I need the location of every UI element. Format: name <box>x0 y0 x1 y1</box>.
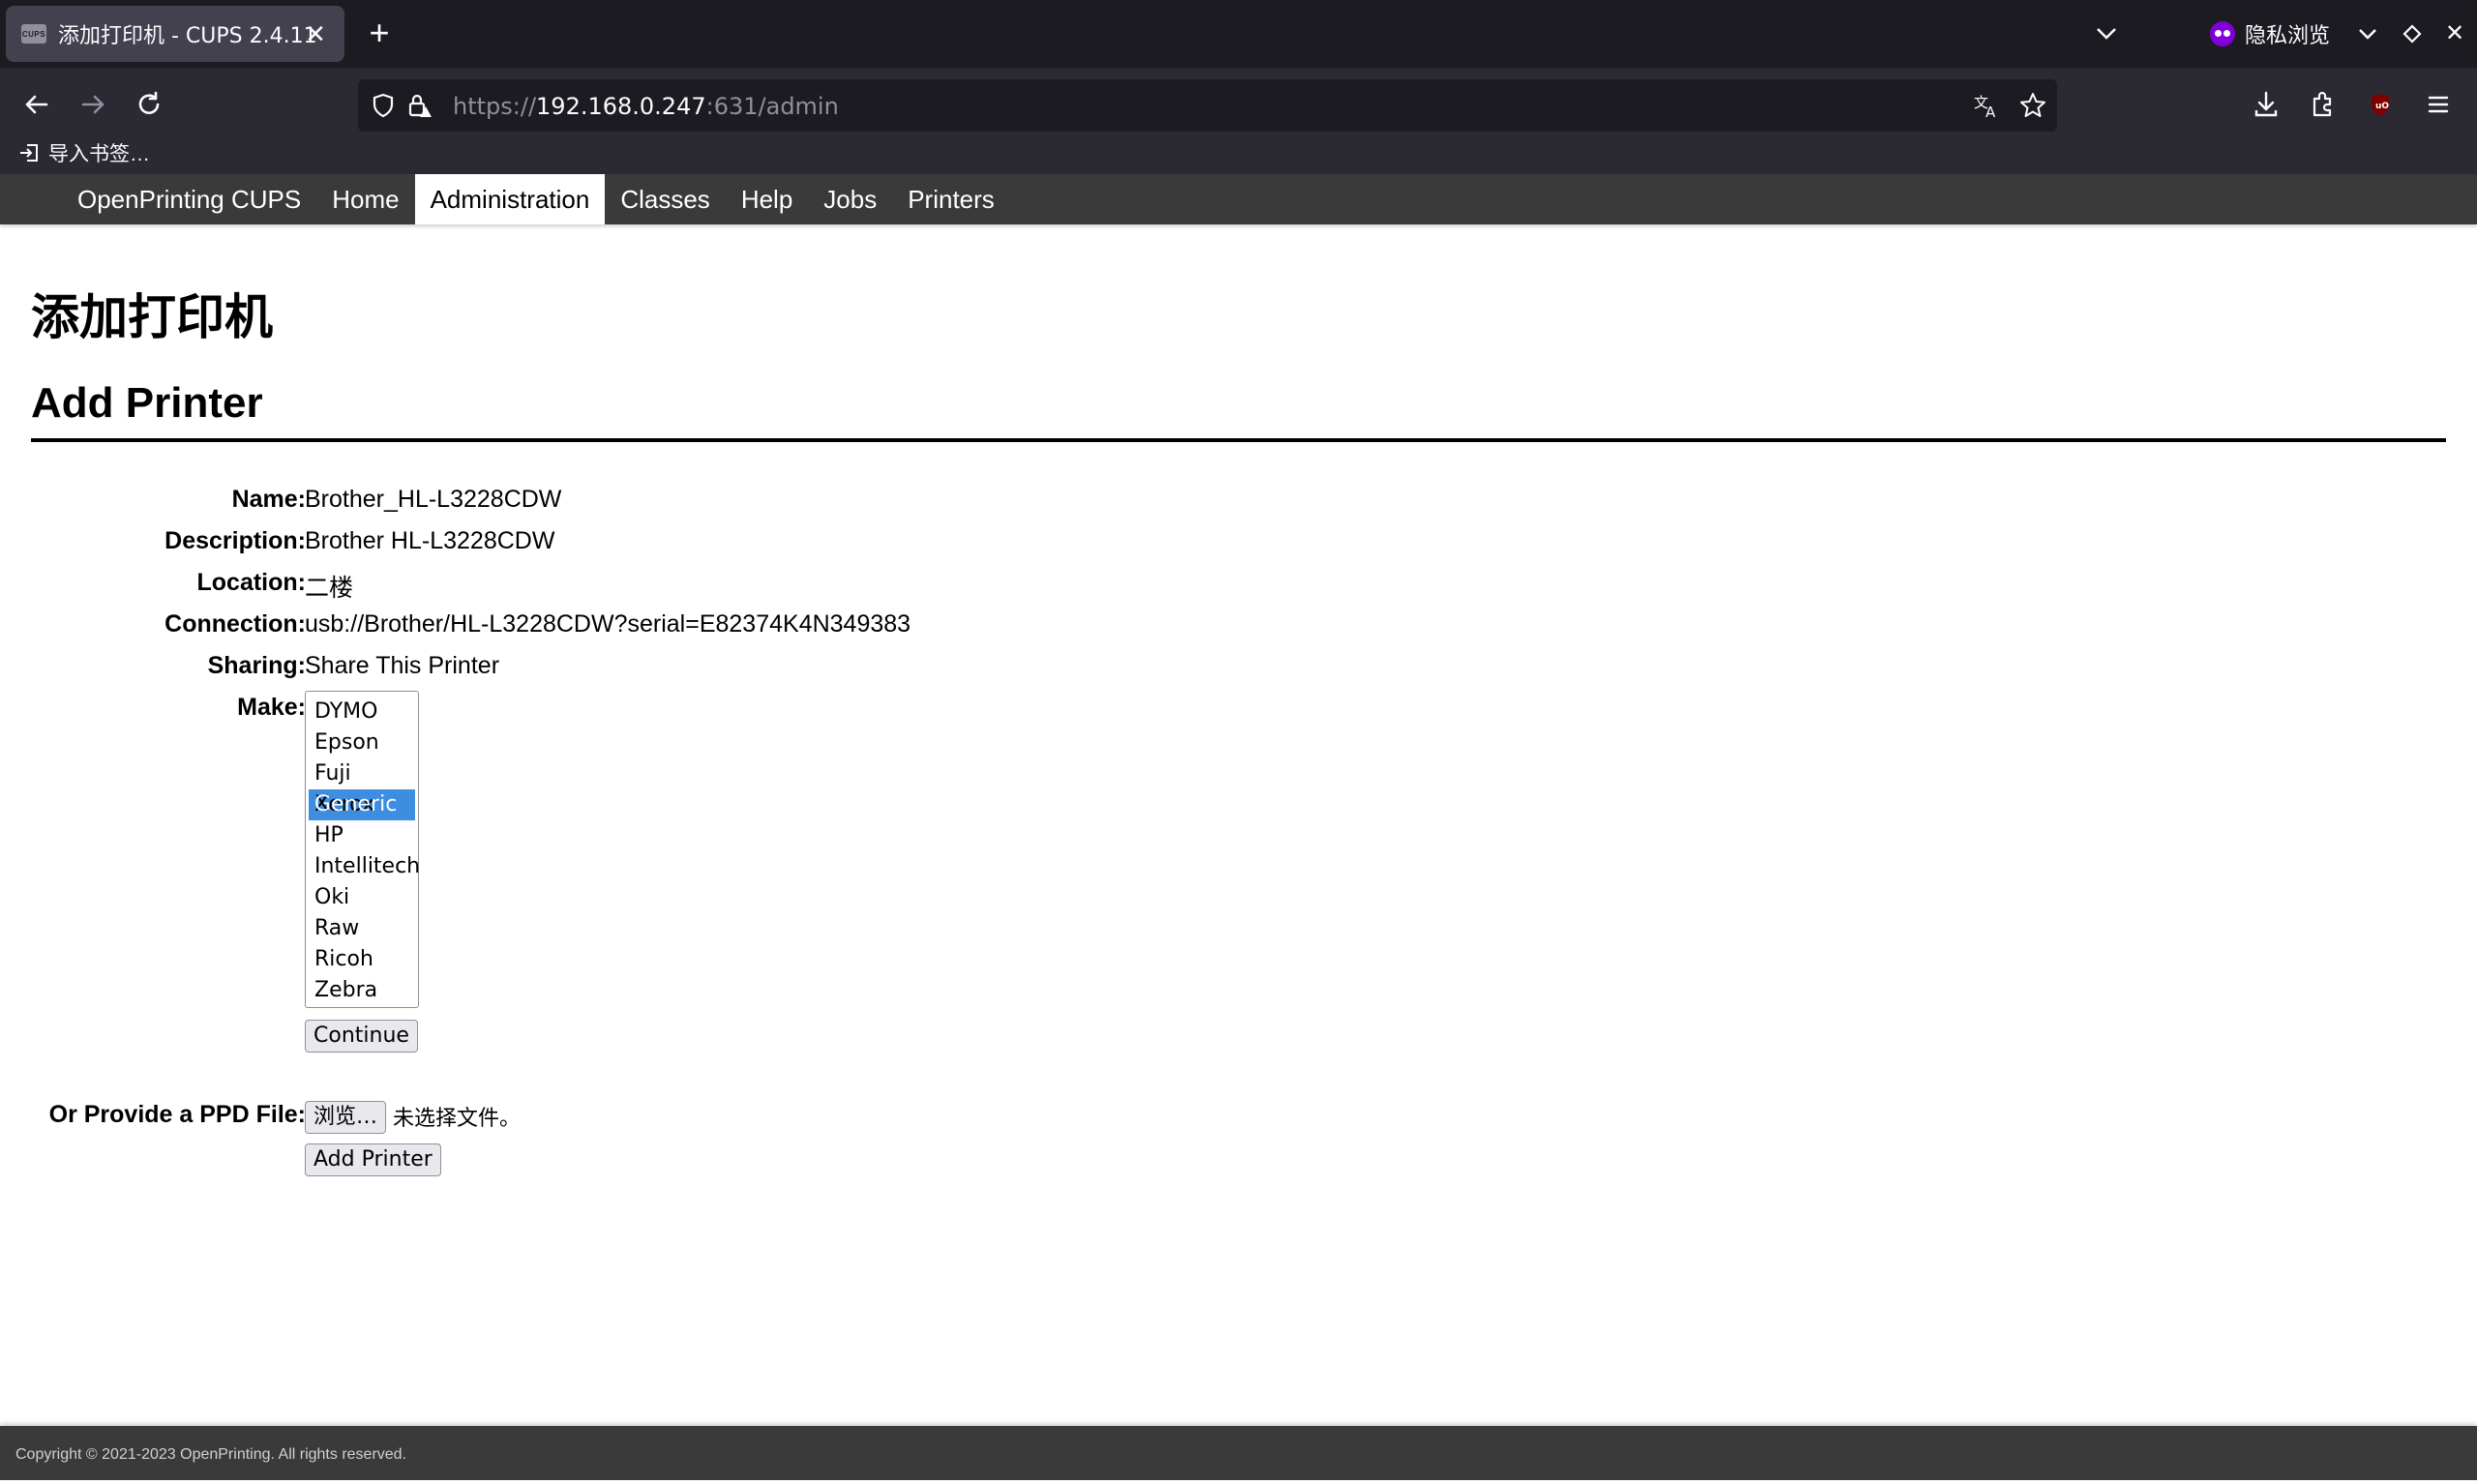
connection-value: usb://Brother/HL-L3228CDW?serial=E82374K… <box>305 610 911 638</box>
continue-button[interactable]: Continue <box>305 1020 418 1053</box>
section-title: Add Printer <box>31 379 263 427</box>
make-option[interactable]: Oki <box>309 882 415 913</box>
url-path: :631/admin <box>705 93 839 120</box>
make-option[interactable]: Raw <box>309 913 415 944</box>
browser-tab[interactable]: CUPS 添加打印机 - CUPS 2.4.11 ✕ <box>6 6 344 62</box>
maximize-icon[interactable] <box>2396 17 2429 50</box>
description-row: Description: Brother HL-L3228CDW <box>31 527 1966 566</box>
make-option[interactable]: Epson <box>309 727 415 758</box>
copyright-text: Copyright © 2021-2023 OpenPrinting. All … <box>15 1446 407 1463</box>
bookmark-star-icon[interactable] <box>2018 91 2047 125</box>
svg-text:A: A <box>1985 104 1996 120</box>
description-label: Description: <box>164 527 306 554</box>
reload-icon[interactable] <box>130 85 168 124</box>
add-printer-button[interactable]: Add Printer <box>305 1143 441 1176</box>
app-menu-icon[interactable] <box>2419 85 2458 124</box>
location-label: Location: <box>196 569 307 596</box>
no-file-selected-text: 未选择文件。 <box>393 1107 522 1131</box>
browse-file-button[interactable]: 浏览… <box>305 1101 387 1134</box>
sharing-row: Sharing: Share This Printer <box>31 652 1966 691</box>
sharing-label: Sharing: <box>207 652 306 679</box>
url-scheme: https:// <box>453 93 537 120</box>
downloads-icon[interactable] <box>2247 85 2285 124</box>
private-browsing-label: 隐私浏览 <box>2245 23 2331 47</box>
make-option[interactable]: Intellitech <box>309 851 420 882</box>
tab-title: 添加打印机 - CUPS 2.4.11 <box>58 24 317 48</box>
extensions-icon[interactable] <box>2303 85 2342 124</box>
title-divider <box>31 438 2446 442</box>
new-tab-icon[interactable]: + <box>362 15 397 51</box>
nav-printers[interactable]: Printers <box>892 174 1010 224</box>
url-bar[interactable]: https://192.168.0.247:631/admin 文A <box>358 79 2057 132</box>
tracking-protection-shield-icon[interactable] <box>370 92 397 124</box>
cups-favicon-icon: CUPS <box>21 24 46 44</box>
cups-nav-bar: OpenPrinting CUPS Home Administration Cl… <box>0 174 2477 224</box>
name-row: Name: Brother_HL-L3228CDW <box>31 486 1966 524</box>
make-option[interactable]: DYMO <box>309 697 415 727</box>
browser-tab-bar: CUPS 添加打印机 - CUPS 2.4.11 ✕ + 隐私浏览 ✕ <box>0 0 2477 68</box>
make-option[interactable]: Fuji Xerox <box>309 758 415 816</box>
forward-arrow-icon[interactable] <box>74 85 112 124</box>
import-icon <box>20 144 38 162</box>
close-window-icon[interactable]: ✕ <box>2438 17 2471 50</box>
name-label: Name: <box>231 486 306 513</box>
page-title: 添加打印机 <box>31 289 273 345</box>
description-value: Brother HL-L3228CDW <box>305 527 555 554</box>
nav-help[interactable]: Help <box>726 174 808 224</box>
ublock-origin-icon[interactable]: uO <box>2361 85 2400 124</box>
close-tab-icon[interactable]: ✕ <box>300 18 331 49</box>
nav-home[interactable]: Home <box>316 174 414 224</box>
private-browsing-indicator: 隐私浏览 <box>2210 17 2330 50</box>
nav-jobs[interactable]: Jobs <box>808 174 892 224</box>
connection-label: Connection: <box>164 610 306 638</box>
url-host: 192.168.0.247 <box>536 93 706 120</box>
private-mask-icon <box>2210 21 2235 46</box>
minimize-icon[interactable] <box>2351 17 2384 50</box>
page-footer: Copyright © 2021-2023 OpenPrinting. All … <box>0 1426 2477 1480</box>
sharing-value: Share This Printer <box>305 652 500 679</box>
connection-row: Connection: usb://Brother/HL-L3228CDW?se… <box>31 610 1966 649</box>
import-bookmarks-label: 导入书签… <box>48 143 150 165</box>
svg-text:uO: uO <box>2375 102 2389 111</box>
location-row: Location: 二楼 <box>31 569 1966 608</box>
make-option-selected[interactable]: Generic <box>309 789 415 820</box>
url-text[interactable]: https://192.168.0.247:631/admin <box>453 93 839 120</box>
back-arrow-icon[interactable] <box>17 85 56 124</box>
translate-icon[interactable]: 文A <box>1972 91 2001 125</box>
make-option[interactable]: Ricoh <box>309 944 415 975</box>
ppd-label: Or Provide a PPD File: <box>48 1101 306 1128</box>
make-option[interactable]: Zebra <box>309 975 415 1006</box>
nav-classes[interactable]: Classes <box>605 174 725 224</box>
name-value: Brother_HL-L3228CDW <box>305 486 562 513</box>
lock-warning-icon[interactable] <box>404 91 433 125</box>
list-all-tabs-icon[interactable] <box>2090 17 2123 50</box>
make-label: Make: <box>237 694 306 721</box>
nav-openprinting-cups[interactable]: OpenPrinting CUPS <box>62 174 316 224</box>
nav-administration[interactable]: Administration <box>414 174 606 224</box>
make-option[interactable]: HP <box>309 820 415 851</box>
import-bookmarks-link[interactable]: 导入书签… <box>17 135 150 170</box>
make-select-list[interactable]: DYMO Epson Fuji Xerox Generic HP Intelli… <box>305 691 420 1008</box>
location-value: 二楼 <box>305 575 354 602</box>
